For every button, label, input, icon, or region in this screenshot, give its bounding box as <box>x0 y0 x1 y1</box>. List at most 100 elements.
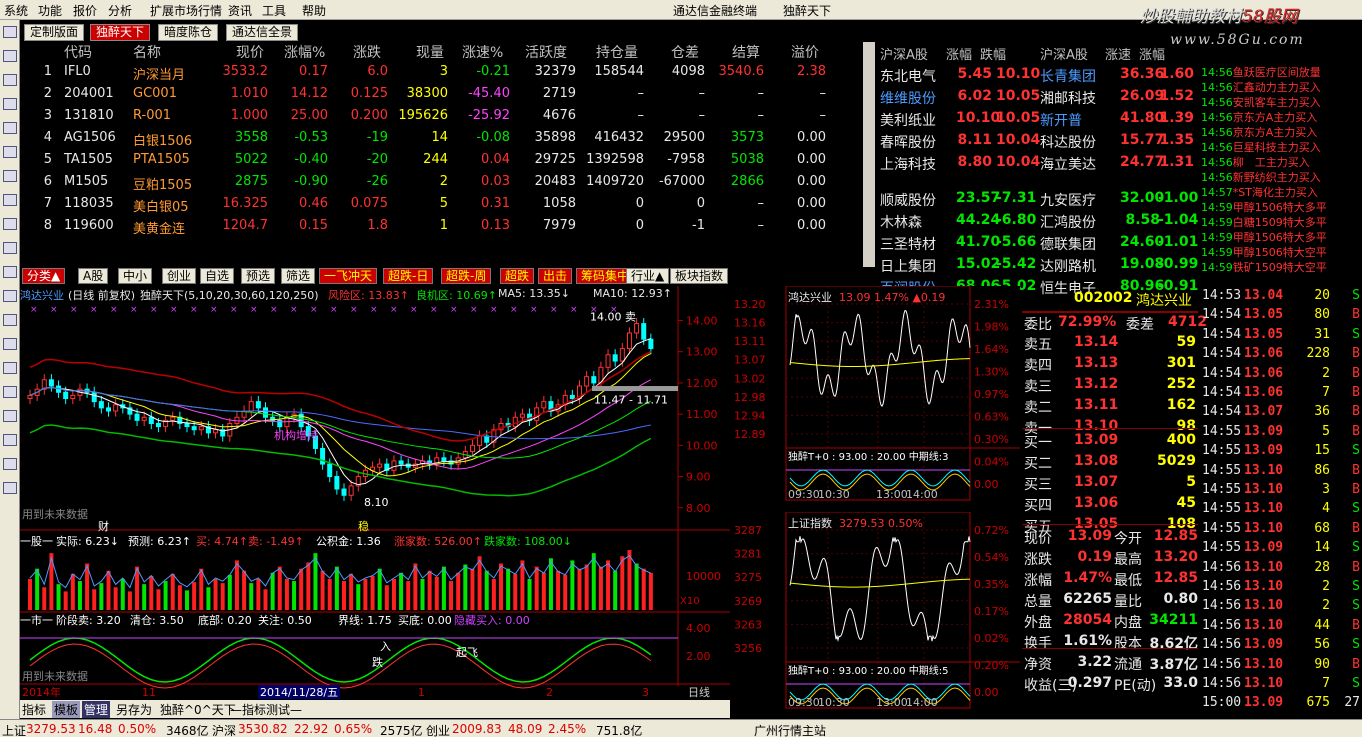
quote-row[interactable]: 4 AG1506 白银1506 3558 -0.53 -19 14 -0.08 35898 416… <box>20 130 860 152</box>
col-name[interactable]: 名称 <box>133 42 161 62</box>
quote-row[interactable]: 7 118035 美白银05 16.325 0.46 0.075 5 0.31 1058 0 0 – 0… <box>20 196 860 218</box>
tab-panorama[interactable]: 通达信全景 <box>226 24 299 41</box>
toolbar-icon[interactable] <box>3 26 17 38</box>
kline-chart[interactable]: 14.00 13.00 12.00 11.00 10.00 9.00 8.00 14.00 卖… <box>20 286 730 700</box>
ticker-row[interactable]: 14:56柳 工主力买入 <box>1201 154 1361 170</box>
toolbar-icon[interactable] <box>3 194 17 206</box>
tab-save-as[interactable]: 另存为 <box>116 701 152 718</box>
col-settle[interactable]: 结算 <box>732 42 760 62</box>
toolbar-icon[interactable] <box>3 362 17 374</box>
tab-test[interactable]: —指标测试— <box>230 701 302 718</box>
row-settle: 2866 <box>730 174 764 189</box>
col-chg[interactable]: 涨跌 <box>353 42 381 62</box>
quote-row[interactable]: 3 131810 R-001 1.000 25.00 0.200 195626 -25.92 4… <box>20 108 860 130</box>
menu-function[interactable]: 功能 <box>38 2 62 19</box>
ticker-row[interactable]: 14:56鱼跃医疗区间放量 <box>1201 64 1361 80</box>
category-tab[interactable]: 超跌-周 <box>441 268 492 284</box>
category-tab[interactable]: 板块指数 <box>670 268 729 284</box>
col-price[interactable]: 现价 <box>236 42 264 62</box>
toolbar-icon[interactable] <box>3 98 17 110</box>
risk-zone: 风险区: 13.83↑ <box>328 289 409 302</box>
ticker-row[interactable]: 14:56京东方A主力买入 <box>1201 109 1361 125</box>
toolbar-icon[interactable] <box>3 434 17 446</box>
ticker-row[interactable]: 14:56新野纺织主力买入 <box>1201 169 1361 185</box>
ticker-row[interactable]: 14:56巨星科技主力买入 <box>1201 139 1361 155</box>
status-server[interactable]: 广州行情主站 <box>754 722 826 737</box>
toolbar-icon[interactable] <box>3 458 17 470</box>
menu-ext-market[interactable]: 扩展市场行情 <box>150 2 222 19</box>
category-tab[interactable]: A股 <box>78 268 109 284</box>
tab-formula[interactable]: 独醉^0^天下 <box>160 701 236 718</box>
status-hs-amount: 2575亿 <box>380 724 423 737</box>
ticker-row[interactable]: 14:57*ST海化主力买入 <box>1201 184 1361 200</box>
category-tab[interactable]: 行业▲ <box>626 268 670 284</box>
toolbar-icon[interactable] <box>3 314 17 326</box>
tab-custom-layout[interactable]: 定制版面 <box>24 24 85 41</box>
menu-info[interactable]: 资讯 <box>228 2 252 19</box>
quote-row[interactable]: 2 204001 GC001 1.010 14.12 0.125 38300 -45.40 27… <box>20 86 860 108</box>
rank-header: 跌幅 <box>980 48 1007 63</box>
ticker-name: 甲醇1506 <box>1232 201 1283 214</box>
quote-row[interactable]: 8 119600 美黄金连 1204.7 0.15 1.8 1 0.13 7979 0 -1 – 0.0… <box>20 218 860 240</box>
toolbar-icon[interactable] <box>3 338 17 350</box>
intraday-index-chart[interactable]: 3287 3281 3275 3269 3263 3256 0.72% 0.54% 0.35% 0… <box>730 511 1020 712</box>
volume-bar <box>256 579 261 610</box>
tick-time: 14:55 <box>1202 501 1242 517</box>
col-oi-diff[interactable]: 仓差 <box>671 42 699 62</box>
tab-template[interactable]: 模板 <box>52 701 81 718</box>
menu-tools[interactable]: 工具 <box>262 2 286 19</box>
menu-help[interactable]: 帮助 <box>302 2 326 19</box>
tab-indicator[interactable]: 指标 <box>22 701 46 718</box>
quote-row[interactable]: 1 IFL0 沪深当月 3533.2 0.17 6.0 3 -0.21 32379 158544 4… <box>20 64 860 86</box>
toolbar-icon[interactable] <box>3 74 17 86</box>
ticker-row[interactable]: 14:59白糖1509特大多平 <box>1201 214 1361 230</box>
toolbar-icon[interactable] <box>3 290 17 302</box>
toolbar-icon[interactable] <box>3 410 17 422</box>
quote-row[interactable]: 5 TA1505 PTA1505 5022 -0.40 -20 244 0.04 29725 13… <box>20 152 860 174</box>
quote-scrollbar[interactable] <box>863 42 875 267</box>
category-tab[interactable]: 预选 <box>241 268 276 284</box>
menu-quote[interactable]: 报价 <box>73 2 97 19</box>
category-tab[interactable]: 一飞冲天 <box>319 268 378 284</box>
col-pct[interactable]: 涨幅% <box>284 42 325 62</box>
toolbar-icon[interactable] <box>3 122 17 134</box>
menu-analysis[interactable]: 分析 <box>108 2 132 19</box>
tab-duzui[interactable]: 独醉天下 <box>90 24 151 41</box>
ticker-row[interactable]: 14:56汇鑫动力主力买入 <box>1201 79 1361 95</box>
category-tab[interactable]: 超跌 <box>500 268 535 284</box>
pencil-icon[interactable] <box>3 482 17 494</box>
category-tab[interactable]: 筛选 <box>281 268 316 284</box>
category-tab[interactable]: 出击 <box>538 268 573 284</box>
menu-system[interactable]: 系统 <box>4 2 28 19</box>
tab-manage[interactable]: 管理 <box>82 701 111 718</box>
tick-price: 13.09 <box>1244 695 1284 711</box>
category-tab[interactable]: 分类▲ <box>22 268 66 284</box>
stat-value: 13.09 <box>1067 528 1112 544</box>
col-activity[interactable]: 活跃度 <box>525 42 567 62</box>
category-tab[interactable]: 创业 <box>162 268 197 284</box>
category-tab[interactable]: 超跌-日 <box>383 268 434 284</box>
toolbar-icon[interactable] <box>3 146 17 158</box>
ticker-row[interactable]: 14:59甲醇1506特大空平 <box>1201 244 1361 260</box>
ticker-row[interactable]: 14:56安凯客车主力买入 <box>1201 94 1361 110</box>
toolbar-icon[interactable] <box>3 266 17 278</box>
ticker-row[interactable]: 14:59甲醇1506特大多平 <box>1201 199 1361 215</box>
toolbar-icon[interactable] <box>3 386 17 398</box>
ticker-row[interactable]: 14:56京东方A主力买入 <box>1201 124 1361 140</box>
col-speed[interactable]: 涨速% <box>462 42 503 62</box>
ticker-row[interactable]: 14:59甲醇1506特大多平 <box>1201 229 1361 245</box>
ticker-row[interactable]: 14:59铁矿1509特大空平 <box>1201 259 1361 275</box>
col-oi[interactable]: 持仓量 <box>596 42 638 62</box>
quote-row[interactable]: 6 M1505 豆粕1505 2875 -0.90 -26 2 0.03 20483 140972… <box>20 174 860 196</box>
intraday-stock-chart[interactable]: 13.20 13.16 13.11 13.07 13.02 12.98 12.94 12.89… <box>730 285 1020 504</box>
category-tab[interactable]: 自选 <box>200 268 235 284</box>
toolbar-icon[interactable] <box>3 218 17 230</box>
category-tab[interactable]: 中小 <box>118 268 153 284</box>
toolbar-icon[interactable] <box>3 242 17 254</box>
col-premium[interactable]: 溢价 <box>791 42 819 62</box>
col-vol[interactable]: 现量 <box>416 42 444 62</box>
col-code[interactable]: 代码 <box>64 42 92 62</box>
toolbar-icon[interactable] <box>3 170 17 182</box>
toolbar-icon[interactable] <box>3 50 17 62</box>
tab-andu[interactable]: 暗度陈仓 <box>158 24 219 41</box>
